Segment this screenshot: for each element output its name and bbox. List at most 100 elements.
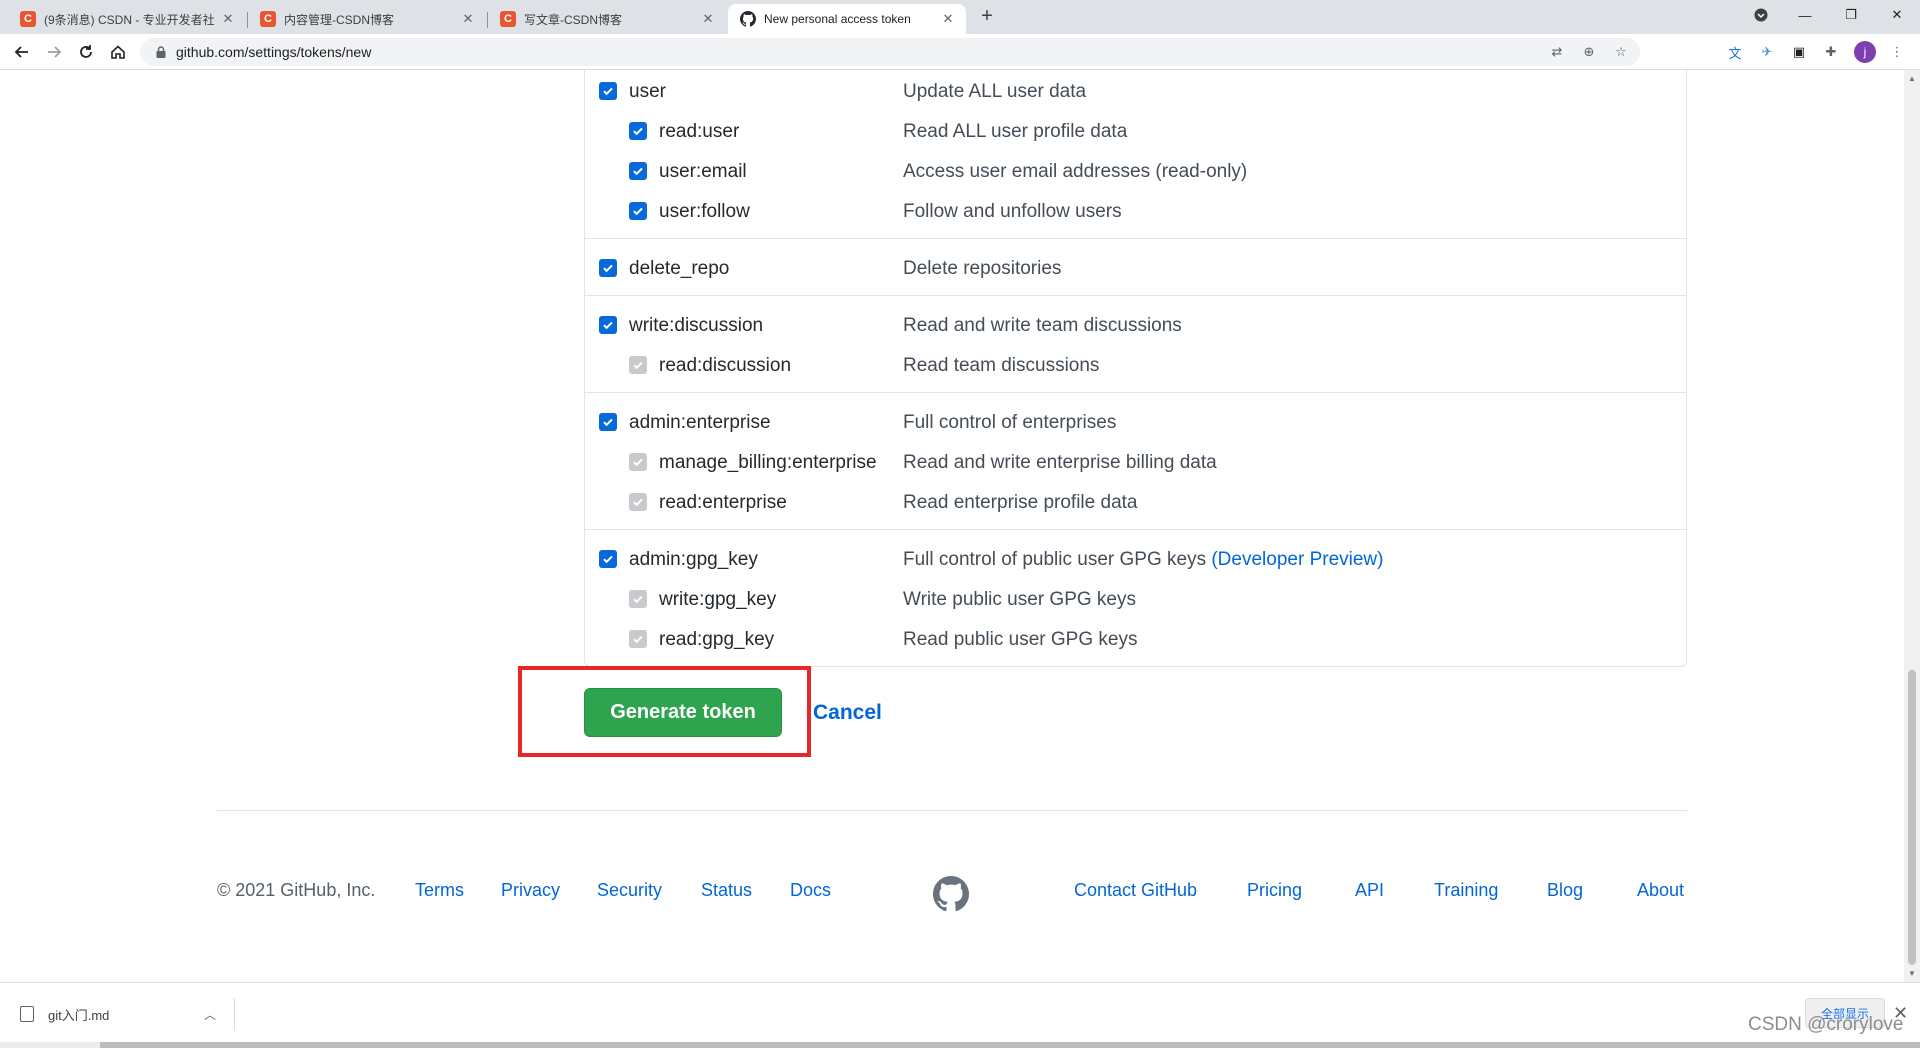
watermark: CSDN @crorylove	[1748, 1014, 1904, 1035]
footer-link-about[interactable]: About	[1637, 880, 1684, 901]
restore-icon[interactable]: ❐	[1828, 0, 1874, 30]
generate-token-button[interactable]: Generate token	[584, 688, 782, 737]
minimize-icon[interactable]: —	[1782, 0, 1828, 30]
page-content: user Update ALL user data read:user Read AL…	[0, 70, 1904, 982]
footer-link-blog[interactable]: Blog	[1547, 880, 1583, 901]
reload-icon[interactable]	[74, 40, 98, 64]
footer-copyright: © 2021 GitHub, Inc.	[217, 880, 376, 900]
developer-preview-link[interactable]: (Developer Preview)	[1211, 549, 1383, 570]
browser-tab-1[interactable]: C 内容管理-CSDN博客 ✕	[247, 4, 486, 34]
footer-link-api[interactable]: API	[1355, 880, 1384, 901]
checkbox-checked-icon[interactable]	[599, 316, 617, 334]
browser-tab-active[interactable]: New personal access token ✕	[728, 4, 966, 34]
checkbox-checked-icon[interactable]	[599, 82, 617, 100]
footer-link-status[interactable]: Status	[701, 880, 752, 901]
github-logo-icon[interactable]	[933, 876, 969, 912]
profile-avatar[interactable]: j	[1854, 41, 1876, 63]
tab-title: 内容管理-CSDN博客	[284, 12, 394, 27]
footer-divider	[217, 810, 1687, 811]
menu-kebab-icon[interactable]: ⋮	[1886, 41, 1908, 63]
scope-group: delete_repo Delete repositories	[585, 238, 1686, 295]
window-close-icon[interactable]: ✕	[1874, 0, 1920, 30]
scope-description-text: Read and write team discussions	[903, 315, 1182, 336]
scope-name: admin:gpg_key	[629, 549, 758, 570]
back-icon[interactable]	[10, 40, 34, 64]
footer-link-terms[interactable]: Terms	[415, 880, 464, 901]
address-bar[interactable]: github.com/settings/tokens/new ⇄ ⊕ ☆	[140, 38, 1640, 66]
scope-name: user:email	[659, 161, 747, 182]
scope-group: write:discussion Read and write team disc…	[585, 295, 1686, 392]
scroll-down-icon[interactable]: ▼	[1907, 969, 1917, 978]
checkbox-checked-icon[interactable]	[599, 259, 617, 277]
footer-link-pricing[interactable]: Pricing	[1247, 880, 1302, 901]
download-filename: git入门.md	[48, 1007, 110, 1023]
tab-close-icon[interactable]: ✕	[460, 11, 476, 27]
tab-strip: C (9条消息) CSDN - 专业开发者社 ✕ C 内容管理-CSDN博客 ✕…	[0, 0, 1920, 34]
url-text: github.com/settings/tokens/new	[176, 44, 372, 60]
tab-close-icon[interactable]: ✕	[220, 11, 236, 27]
scope-description: Full control of public user GPG keys (De…	[903, 549, 1383, 571]
scroll-up-icon[interactable]: ▲	[1907, 74, 1917, 83]
lock-icon[interactable]	[154, 45, 168, 59]
zoom-icon[interactable]: ⊕	[1580, 43, 1598, 61]
extensions-puzzle-icon[interactable]: ✚	[1820, 41, 1842, 63]
checkbox-checked-icon[interactable]	[629, 630, 647, 648]
scope-name: manage_billing:enterprise	[659, 452, 877, 473]
chevron-up-icon[interactable]: ︿	[204, 1006, 216, 1023]
scope-description-text: Delete repositories	[903, 258, 1062, 279]
checkbox-checked-icon[interactable]	[629, 356, 647, 374]
scope-description-text: Read enterprise profile data	[903, 492, 1138, 513]
checkbox-checked-icon[interactable]	[599, 550, 617, 568]
checkbox-checked-icon[interactable]	[629, 453, 647, 471]
new-tab-icon[interactable]: +	[976, 6, 998, 28]
github-icon	[740, 11, 756, 27]
tab-close-icon[interactable]: ✕	[940, 11, 956, 27]
scope-description: Write public user GPG keys	[903, 589, 1136, 611]
scope-row: write:discussion Read and write team disc…	[585, 306, 1686, 346]
scope-description: Read and write enterprise billing data	[903, 452, 1217, 474]
tab-search-icon[interactable]	[1738, 0, 1784, 30]
scope-name: read:user	[659, 121, 740, 142]
csdn-icon: C	[20, 11, 36, 27]
footer-link-contact[interactable]: Contact GitHub	[1074, 880, 1197, 901]
scope-name: read:enterprise	[659, 492, 787, 513]
forward-icon[interactable]	[42, 40, 66, 64]
checkbox-checked-icon[interactable]	[629, 162, 647, 180]
tab-title: 写文章-CSDN博客	[524, 12, 622, 27]
scope-row: user Update ALL user data	[585, 72, 1686, 112]
home-icon[interactable]	[106, 40, 130, 64]
footer-link-privacy[interactable]: Privacy	[501, 880, 560, 901]
browser-tab-0[interactable]: C (9条消息) CSDN - 专业开发者社 ✕	[8, 4, 246, 34]
scope-name: write:discussion	[629, 315, 764, 336]
scope-description-text: Full control of enterprises	[903, 412, 1117, 433]
scope-description-text: Read team discussions	[903, 355, 1100, 376]
bird-extension-icon[interactable]: ✈	[1756, 41, 1778, 63]
checkbox-checked-icon[interactable]	[599, 413, 617, 431]
scope-name: read:gpg_key	[659, 629, 775, 650]
tab-close-icon[interactable]: ✕	[700, 11, 716, 27]
media-extension-icon[interactable]: ▣	[1788, 41, 1810, 63]
footer-link-training[interactable]: Training	[1434, 880, 1498, 901]
download-item[interactable]: git入门.md ︿	[20, 998, 235, 1030]
checkbox-checked-icon[interactable]	[629, 590, 647, 608]
scope-description: Read team discussions	[903, 355, 1099, 377]
checkbox-checked-icon[interactable]	[629, 202, 647, 220]
tab-title: (9条消息) CSDN - 专业开发者社	[44, 12, 214, 27]
scope-row: admin:enterprise Full control of enterpri…	[585, 403, 1686, 443]
page-scrollbar[interactable]: ▲ ▼	[1904, 70, 1920, 982]
browser-tab-2[interactable]: C 写文章-CSDN博客 ✕	[487, 4, 726, 34]
bookmark-star-icon[interactable]: ☆	[1612, 43, 1630, 61]
footer-link-security[interactable]: Security	[597, 880, 662, 901]
cancel-link[interactable]: Cancel	[813, 701, 882, 725]
scrollbar-thumb[interactable]	[1908, 670, 1916, 965]
translate-icon[interactable]: ⇄	[1548, 43, 1566, 61]
scope-name: user:follow	[659, 201, 750, 222]
scope-description: Delete repositories	[903, 258, 1061, 280]
scope-description: Access user email addresses (read-only)	[903, 161, 1247, 183]
checkbox-checked-icon[interactable]	[629, 493, 647, 511]
scope-description: Read ALL user profile data	[903, 121, 1127, 143]
scope-description-text: Read ALL user profile data	[903, 121, 1128, 142]
translate-extension-icon[interactable]: 文	[1724, 41, 1746, 63]
checkbox-checked-icon[interactable]	[629, 122, 647, 140]
footer-link-docs[interactable]: Docs	[790, 880, 831, 901]
